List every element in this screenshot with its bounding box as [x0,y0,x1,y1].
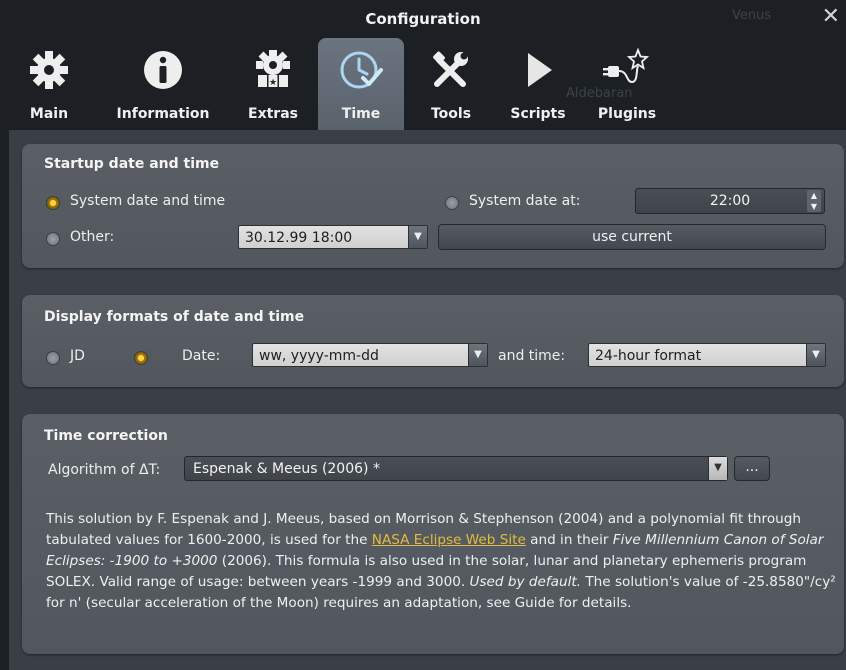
time-format-label: and time: [498,348,566,364]
system-time-value: 22:00 [709,193,751,209]
tools-icon [433,51,468,87]
close-button[interactable]: ✕ [822,4,840,29]
tab-label: Tools [430,106,472,122]
date-format-value: ww, yyyy-mm-dd [259,348,379,364]
gear-icon [30,51,68,89]
tab-plugins[interactable]: Plugins [588,38,666,130]
tab-label: Scripts [510,106,566,122]
clock-check-icon [340,51,383,89]
system-date-at-label: System date at: [469,193,581,209]
plug-star-icon [603,48,650,84]
other-date-label: Other: [70,229,115,245]
date-format-select[interactable]: ww, yyyy-mm-dd ▼ [252,343,488,367]
chevron-down-icon[interactable]: ▼ [806,344,825,366]
tab-extras[interactable]: ★ Extras [238,38,308,130]
tab-label: Plugins [597,106,657,122]
tab-time[interactable]: Time [318,38,404,130]
tab-label: Extras [248,106,298,122]
play-icon [528,53,552,87]
date-format-label: Date: [182,348,221,364]
tab-label: Time [341,106,381,122]
system-date-radio[interactable] [46,196,60,210]
tab-label: Main [29,106,69,122]
use-current-button[interactable]: use current [438,224,826,250]
date-format-radio[interactable] [134,351,148,365]
tab-scripts[interactable]: Scripts [502,38,574,130]
time-correction-group: Time correction Algorithm of ΔT: Espenak… [22,414,844,654]
algorithm-select[interactable]: Espenak & Meeus (2006) * ▼ [184,456,728,481]
startup-group: Startup date and time System date and ti… [22,144,844,268]
other-date-value: 30.12.99 18:00 [245,230,353,246]
system-time-spinbox[interactable]: 22:00 ▲ ▼ [635,188,825,214]
info-icon [144,51,182,89]
startup-title: Startup date and time [44,156,220,172]
system-date-label: System date and time [70,193,226,209]
tab-information[interactable]: Information [104,38,222,130]
jd-label: JD [70,348,85,364]
extras-gear-icon: ★ [256,50,290,88]
default-note: Used by default. [469,574,582,590]
jd-radio[interactable] [46,351,60,365]
chevron-down-icon[interactable]: ▼ [408,226,427,248]
tab-bar: Main Information ★ Extras Time Tools Scr… [0,38,846,130]
spin-arrows-icon[interactable]: ▲ ▼ [807,190,821,212]
other-date-radio[interactable] [46,232,60,246]
description-text: and in their [525,532,613,548]
display-formats-title: Display formats of date and time [44,309,305,325]
chevron-down-icon[interactable]: ▼ [468,344,487,366]
tab-label: Information [116,106,210,122]
time-settings-panel: Startup date and time System date and ti… [9,130,846,670]
display-formats-group: Display formats of date and time JD Date… [22,295,844,387]
chevron-down-icon[interactable]: ▼ [708,457,727,480]
algorithm-label: Algorithm of ΔT: [48,462,161,478]
tab-tools[interactable]: Tools [420,38,482,130]
algorithm-value: Espenak & Meeus (2006) * [193,461,380,477]
system-date-at-radio[interactable] [445,196,459,210]
time-format-value: 24-hour format [595,348,702,364]
other-date-input[interactable]: 30.12.99 18:00 ▼ [238,225,428,249]
window-title: Configuration [365,10,481,28]
nasa-eclipse-link[interactable]: NASA Eclipse Web Site [372,532,526,548]
time-format-select[interactable]: 24-hour format ▼ [588,343,826,367]
time-correction-title: Time correction [44,428,168,444]
algorithm-description: This solution by F. Espenak and J. Meeus… [46,509,836,614]
svg-text:★: ★ [269,78,277,88]
algorithm-details-button[interactable]: ... [734,456,770,481]
tab-main[interactable]: Main [18,38,80,130]
